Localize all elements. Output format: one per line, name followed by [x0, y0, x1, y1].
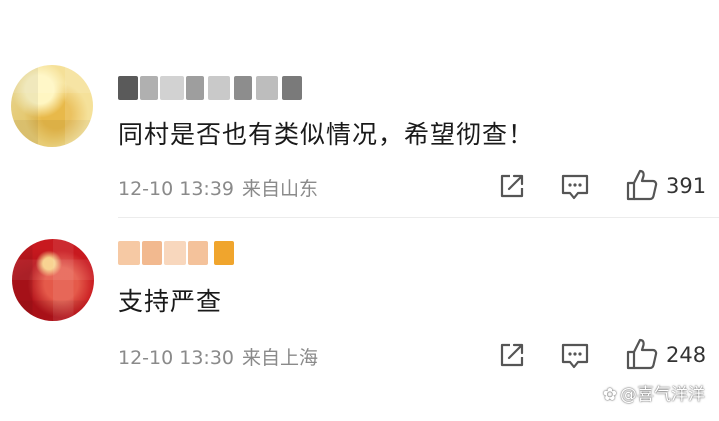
- comment-text: 同村是否也有类似情况，希望彻查！: [118, 120, 535, 149]
- comment-item: 同村是否也有类似情况，希望彻查！ 12-10 13:39 来自山东 391: [0, 0, 719, 218]
- reply-button[interactable]: [560, 342, 590, 370]
- watermark-icon: ✿: [602, 385, 617, 405]
- username-blurred[interactable]: [118, 241, 238, 265]
- reply-button[interactable]: [560, 173, 590, 201]
- like-count: 391: [666, 174, 707, 198]
- watermark: ✿ @喜气洋洋: [603, 380, 705, 405]
- avatar[interactable]: [12, 239, 94, 321]
- share-icon: [500, 174, 524, 198]
- comment-time: 12-10 13:39: [118, 178, 235, 200]
- comment-time: 12-10 13:30: [118, 347, 235, 369]
- username-blurred[interactable]: [118, 76, 304, 100]
- thumbs-up-icon: [626, 169, 658, 201]
- comment-location: 来自上海: [242, 347, 319, 369]
- comment-meta: 12-10 13:39 来自山东: [118, 174, 318, 201]
- share-icon: [500, 343, 524, 367]
- share-button[interactable]: [498, 341, 526, 369]
- share-button[interactable]: [498, 172, 526, 200]
- comment-text: 支持严查: [118, 287, 223, 316]
- comment-meta: 12-10 13:30 来自上海: [118, 343, 318, 370]
- comment-location: 来自山东: [242, 178, 319, 200]
- watermark-text: @喜气洋洋: [620, 385, 705, 405]
- thumbs-up-icon: [626, 338, 658, 370]
- avatar[interactable]: [11, 65, 93, 147]
- like-count: 248: [666, 343, 707, 367]
- comment-divider: [118, 217, 719, 218]
- comment-icon: [561, 174, 589, 200]
- like-button[interactable]: [625, 337, 659, 371]
- comment-icon: [561, 343, 589, 369]
- like-button[interactable]: [625, 168, 659, 202]
